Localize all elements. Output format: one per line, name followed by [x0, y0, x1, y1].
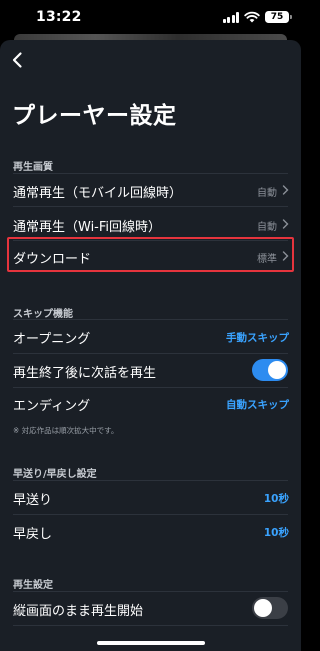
row-value: 自動スキップ	[226, 399, 289, 411]
row-forward[interactable]: 早送り 10秒	[0, 480, 301, 514]
row-value: 10秒	[263, 493, 289, 505]
toggle-knob	[254, 599, 272, 617]
back-chevron-icon[interactable]	[8, 50, 28, 70]
status-icons: 75	[222, 11, 292, 23]
row-value: 自動	[257, 188, 277, 199]
row-opening[interactable]: オープニング 手動スキップ	[0, 319, 301, 353]
row-label: 再生終了後に次話を再生	[13, 366, 157, 381]
row-label: 通常再生（モバイル回線時）	[13, 186, 183, 201]
row-value: 10秒	[263, 527, 289, 539]
autoplay-toggle[interactable]	[252, 359, 288, 381]
chevron-right-icon	[282, 185, 289, 195]
row-portrait-start[interactable]: 縦画面のまま再生開始	[0, 591, 301, 625]
row-label: エンディング	[13, 399, 91, 414]
skip-note: ※ 対応作品は順次拡大中です。	[13, 426, 119, 435]
row-label: 早送り	[13, 493, 53, 508]
row-ending[interactable]: エンディング 自動スキップ	[0, 386, 301, 420]
row-wifi-quality[interactable]: 通常再生（Wi-Fi回線時） 自動	[0, 207, 301, 241]
toggle-knob	[268, 361, 286, 379]
row-rewind[interactable]: 早戻し 10秒	[0, 514, 301, 548]
row-label: オープニング	[13, 332, 91, 347]
section-header-skip: スキップ機能	[13, 309, 73, 320]
divider	[13, 625, 288, 626]
cellular-signal-icon	[222, 11, 239, 23]
home-indicator[interactable]	[97, 641, 205, 645]
row-label: 早戻し	[13, 527, 53, 542]
player-settings-sheet: プレーヤー設定 再生画質 通常再生（モバイル回線時） 自動 通常再生（Wi-Fi…	[0, 40, 301, 651]
status-time: 13:22	[36, 9, 82, 25]
section-header-playback-quality: 再生画質	[13, 162, 53, 173]
row-mobile-quality[interactable]: 通常再生（モバイル回線時） 自動	[0, 173, 301, 207]
battery-icon: 75	[265, 11, 292, 23]
row-value: 手動スキップ	[226, 332, 289, 344]
section-header-seek: 早送り/早戻し設定	[13, 469, 97, 480]
portrait-toggle[interactable]	[252, 597, 288, 619]
page-title: プレーヤー設定	[12, 103, 177, 129]
row-label: 縦画面のまま再生開始	[13, 604, 144, 619]
chevron-right-icon	[282, 219, 289, 229]
row-autoplay-next[interactable]: 再生終了後に次話を再生	[0, 353, 301, 387]
wifi-icon	[244, 11, 260, 23]
row-label: 通常再生（Wi-Fi回線時）	[13, 220, 162, 235]
section-header-playback: 再生設定	[13, 580, 53, 591]
row-value: 自動	[257, 222, 277, 233]
status-bar: 13:22 75	[0, 0, 301, 36]
download-highlight-box	[7, 237, 294, 272]
